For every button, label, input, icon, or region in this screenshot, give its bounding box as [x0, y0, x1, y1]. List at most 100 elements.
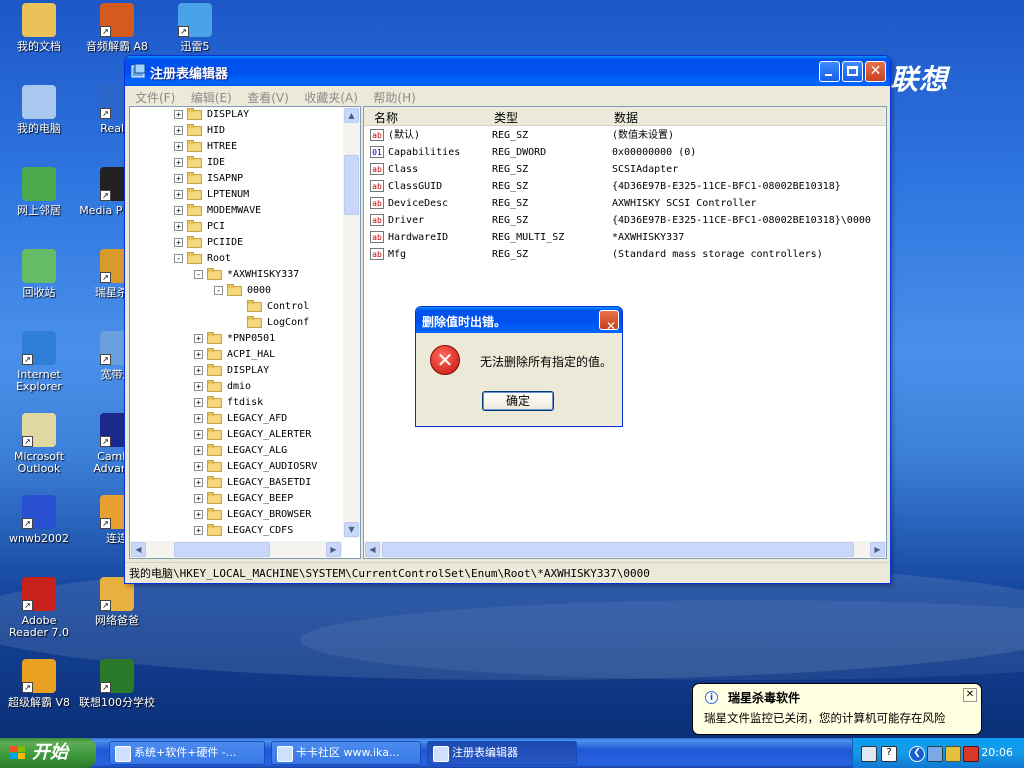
scroll-thumb[interactable]: [344, 155, 359, 215]
desktop-icon[interactable]: ↗ Internet Explorer: [1, 331, 77, 393]
tree-node[interactable]: - *AXWHISKY337: [194, 267, 299, 283]
desktop-icon[interactable]: 我的电脑: [1, 85, 77, 135]
expand-icon[interactable]: +: [194, 349, 203, 359]
tree-node[interactable]: + LEGACY_BASETDI: [194, 475, 311, 491]
expand-icon[interactable]: +: [194, 509, 203, 519]
scroll-left-button[interactable]: ◀: [365, 542, 380, 557]
scroll-right-button[interactable]: ▶: [326, 542, 341, 557]
expand-icon[interactable]: +: [194, 365, 203, 375]
expand-icon[interactable]: +: [174, 221, 183, 231]
tree-node[interactable]: + ACPI_HAL: [194, 347, 275, 363]
tree-node[interactable]: + LEGACY_BROWSER: [194, 507, 311, 523]
desktop-icon[interactable]: 回收站: [1, 249, 77, 299]
keyboard-icon[interactable]: [861, 746, 877, 762]
scroll-up-button[interactable]: ▲: [344, 108, 359, 123]
expand-icon[interactable]: +: [174, 141, 183, 151]
tree-node[interactable]: + LEGACY_CDFS: [194, 523, 293, 538]
expand-icon[interactable]: +: [194, 413, 203, 423]
scroll-thumb[interactable]: [382, 542, 854, 557]
tree-node[interactable]: + HID: [174, 123, 225, 139]
tree-horizontal-scrollbar[interactable]: ◀ ▶: [130, 541, 342, 558]
column-type-header[interactable]: 类型: [494, 109, 518, 126]
desktop-icon[interactable]: 我的文档: [1, 3, 77, 53]
tree-node[interactable]: + DISPLAY: [194, 363, 269, 379]
value-row[interactable]: ab ClassGUID REG_SZ {4D36E97B-E325-11CE-BFC…: [370, 178, 880, 195]
expand-icon[interactable]: +: [194, 333, 203, 343]
tree-vertical-scrollbar[interactable]: ▲ ▼: [343, 107, 360, 538]
balloon-close-button[interactable]: ✕: [963, 688, 977, 702]
tree-node[interactable]: + MODEMWAVE: [174, 203, 261, 219]
desktop-icon[interactable]: ↗ 联想100分学校: [79, 659, 155, 709]
dialog-title-bar[interactable]: 删除值时出错。 ✕: [416, 307, 622, 333]
tree-node[interactable]: + LEGACY_AUDIOSRV: [194, 459, 317, 475]
collapse-icon[interactable]: -: [174, 253, 183, 263]
maximize-button[interactable]: [842, 61, 863, 82]
expand-icon[interactable]: +: [174, 237, 183, 247]
expand-icon[interactable]: +: [194, 397, 203, 407]
column-name-header[interactable]: 名称: [374, 109, 398, 126]
tree-node[interactable]: + HTREE: [174, 139, 237, 155]
expand-icon[interactable]: +: [194, 429, 203, 439]
key-tree-pane[interactable]: + DISPLAY + HID + HTREE + IDE + ISAPNP + LPTENUM + MO…: [129, 106, 361, 559]
expand-icon[interactable]: +: [174, 189, 183, 199]
title-bar[interactable]: 注册表编辑器 ✕: [125, 56, 890, 86]
tree-node[interactable]: + dmio: [194, 379, 251, 395]
column-data-header[interactable]: 数据: [614, 109, 638, 126]
expand-icon[interactable]: +: [194, 525, 203, 535]
tree-node[interactable]: + *PNP0501: [194, 331, 275, 347]
taskbar-button-registry-editor[interactable]: 注册表编辑器: [427, 741, 577, 765]
value-row[interactable]: ab Mfg REG_SZ (Standard mass storage contro…: [370, 246, 880, 263]
tree-node[interactable]: + LEGACY_BEEP: [194, 491, 293, 507]
warning-icon[interactable]: [945, 746, 961, 762]
start-button[interactable]: 开始: [0, 738, 96, 768]
tree-node[interactable]: + DISPLAY: [174, 107, 249, 123]
value-row[interactable]: ab HardwareID REG_MULTI_SZ *AXWHISKY337: [370, 229, 880, 246]
collapse-icon[interactable]: -: [194, 269, 203, 279]
expand-icon[interactable]: +: [174, 157, 183, 167]
scroll-down-button[interactable]: ▼: [344, 522, 359, 537]
scroll-thumb[interactable]: [174, 542, 270, 557]
value-row[interactable]: 01 Capabilities REG_DWORD 0x00000000 (0): [370, 144, 880, 161]
desktop-icon[interactable]: ↗ 音频解霸 A8: [79, 3, 155, 53]
expand-icon[interactable]: +: [174, 173, 183, 183]
tree-node[interactable]: + PCIIDE: [174, 235, 243, 251]
expand-icon[interactable]: +: [194, 477, 203, 487]
expand-icon[interactable]: +: [174, 205, 183, 215]
collapse-icon[interactable]: -: [214, 285, 223, 295]
list-horizontal-scrollbar[interactable]: ◀ ▶: [364, 541, 886, 558]
tree-node[interactable]: + LEGACY_ALG: [194, 443, 287, 459]
taskbar-button-system-software[interactable]: 系统+软件+硬件 -...: [109, 741, 265, 765]
tree-node[interactable]: - Root: [174, 251, 231, 267]
expand-icon[interactable]: +: [194, 445, 203, 455]
desktop-icon[interactable]: 网上邻居: [1, 167, 77, 217]
network-icon[interactable]: [927, 746, 943, 762]
expand-icon[interactable]: +: [194, 381, 203, 391]
value-row[interactable]: ab DeviceDesc REG_SZ AXWHISKY SCSI Controll…: [370, 195, 880, 212]
desktop-icon[interactable]: ↗ Microsoft Outlook: [1, 413, 77, 475]
close-button[interactable]: ✕: [865, 61, 886, 82]
expand-icon[interactable]: +: [174, 109, 183, 119]
chevron-left-icon[interactable]: ❮: [909, 746, 925, 762]
minimize-button[interactable]: [819, 61, 840, 82]
dialog-close-button[interactable]: ✕: [599, 310, 619, 333]
tray-balloon-notification[interactable]: i 瑞星杀毒软件 瑞星文件监控已关闭，您的计算机可能存在风险 ✕: [692, 683, 982, 735]
clock[interactable]: 20:06: [981, 746, 1013, 759]
tree-node[interactable]: + IDE: [174, 155, 225, 171]
desktop-icon[interactable]: ↗ 迅雷5: [157, 3, 233, 53]
desktop-icon[interactable]: ↗ Adobe Reader 7.0: [1, 577, 77, 639]
value-row[interactable]: ab Class REG_SZ SCSIAdapter: [370, 161, 880, 178]
tree-node[interactable]: - 0000: [214, 283, 271, 299]
tree-node[interactable]: + ftdisk: [194, 395, 263, 411]
tree-node[interactable]: + PCI: [174, 219, 225, 235]
expand-icon[interactable]: +: [174, 125, 183, 135]
rising-antivirus-tray-icon[interactable]: [963, 746, 979, 762]
ok-button[interactable]: 确定: [482, 391, 554, 411]
scroll-right-button[interactable]: ▶: [870, 542, 885, 557]
expand-icon[interactable]: +: [194, 461, 203, 471]
value-row[interactable]: ab (默认) REG_SZ (数值未设置): [370, 127, 880, 144]
tree-node[interactable]: + ISAPNP: [174, 171, 243, 187]
tree-node[interactable]: + LEGACY_AFD: [194, 411, 287, 427]
tree-node[interactable]: + LEGACY_ALERTER: [194, 427, 311, 443]
desktop-icon[interactable]: ↗ wnwb2002: [1, 495, 77, 545]
scroll-left-button[interactable]: ◀: [131, 542, 146, 557]
